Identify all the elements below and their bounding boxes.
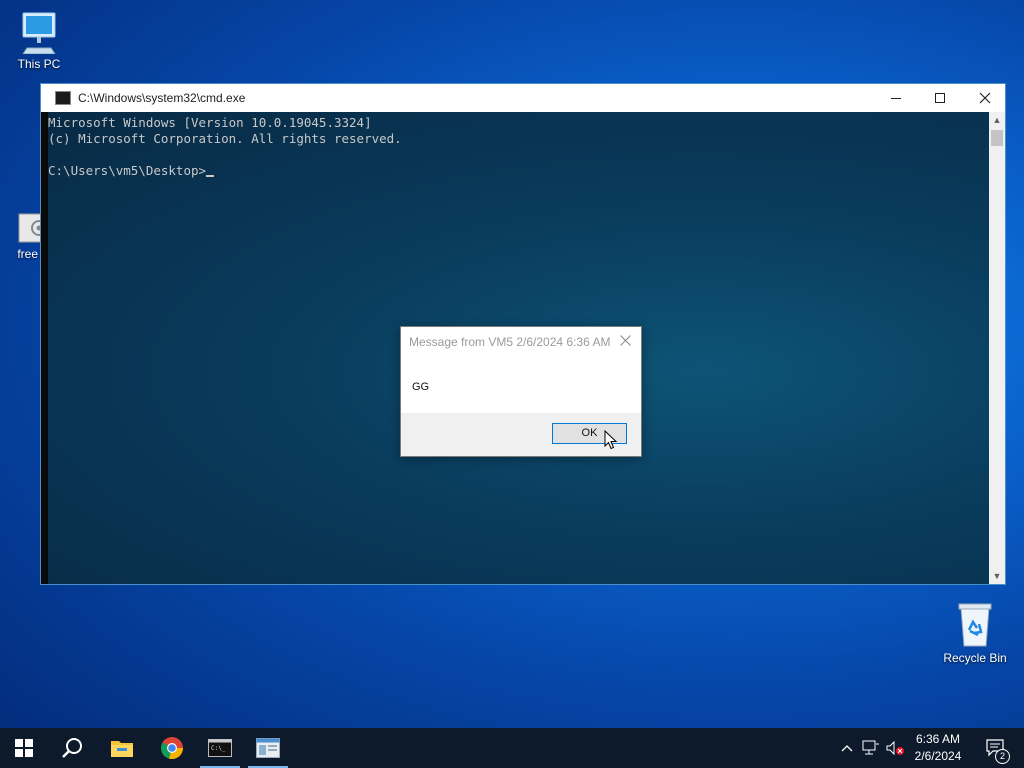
dialog-title: Message from VM5 2/6/2024 6:36 AM [409,334,611,349]
file-explorer-icon [111,741,133,757]
start-button[interactable] [0,728,48,768]
minimize-button[interactable] [873,84,918,112]
notification-center-button[interactable]: 2 [978,728,1014,768]
start-icon [15,739,33,757]
taskbar-file-explorer[interactable] [98,728,146,768]
console-line [48,147,989,163]
tray-overflow-button[interactable] [838,728,856,768]
notification-badge: 2 [995,749,1010,764]
taskbar: C:\_ 6:36 AM 2/6/2024 2 [0,728,1024,768]
desktop-icon-recycle-bin[interactable]: Recycle Bin [938,600,1012,665]
scroll-thumb[interactable] [991,130,1003,146]
maximize-button[interactable] [917,84,962,112]
taskbar-cmd[interactable]: C:\_ [196,728,244,768]
console-line: (c) Microsoft Corporation. All rights re… [48,131,402,146]
close-icon [979,92,990,104]
network-button[interactable] [860,728,882,768]
prompt-text: C:\Users\vm5\Desktop> [48,163,207,178]
network-icon [862,740,879,755]
window-edge [41,112,48,584]
svg-text:C:\_: C:\_ [211,745,226,752]
mouse-pointer-icon [604,430,618,450]
desktop-icon-label: This PC [17,57,61,71]
taskbar-chrome[interactable] [148,728,196,768]
volume-button[interactable] [884,728,906,768]
cmd-icon: C:\_ [208,739,232,757]
clock-date: 2/6/2024 [914,749,962,763]
maximize-icon [934,93,945,103]
desktop-icon-this-pc[interactable]: This PC [2,10,76,71]
window-app-icon [256,738,280,758]
window-title: C:\Windows\system32\cmd.exe [78,91,246,105]
dialog-message: GG [412,381,430,393]
recycle-bin-icon [953,600,997,648]
scroll-up-button[interactable]: ▲ [989,112,1005,128]
dialog-titlebar[interactable]: Message from VM5 2/6/2024 6:36 AM [401,327,641,356]
console-prompt: C:\Users\vm5\Desktop> [48,163,989,179]
volume-muted-icon [886,740,904,756]
desktop-icon-label: Recycle Bin [943,651,1007,665]
text-cursor [206,175,215,177]
chevron-up-icon [841,745,853,752]
vertical-scrollbar[interactable]: ▲ ▼ [989,112,1005,584]
search-button[interactable] [48,728,96,768]
clock-time: 6:36 AM [915,732,961,746]
minimize-icon [890,98,901,99]
close-button[interactable] [962,84,1007,112]
console-line: Microsoft Windows [Version 10.0.19045.33… [48,115,372,130]
taskbar-window-app[interactable] [244,728,292,768]
taskbar-clock[interactable]: 6:36 AM 2/6/2024 [906,731,970,765]
window-titlebar[interactable]: C:\Windows\system32\cmd.exe [41,84,1005,112]
cmd-icon [55,91,71,105]
dialog-close-button[interactable] [615,331,635,351]
close-icon [619,335,631,346]
search-icon [62,738,82,758]
chrome-icon [161,737,184,760]
scroll-down-button[interactable]: ▼ [989,568,1005,584]
computer-icon [17,10,61,55]
